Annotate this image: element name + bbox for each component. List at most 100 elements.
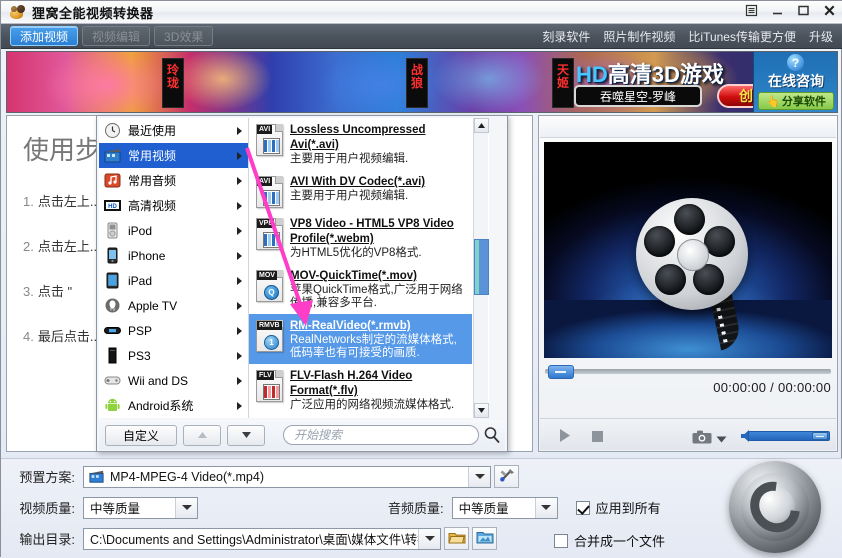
browse-folder-button[interactable] [444, 527, 469, 550]
scrollbar-thumb[interactable] [474, 239, 489, 295]
tools-button[interactable] [494, 465, 519, 488]
file-type-tag: MOV [257, 271, 277, 280]
video-edit-button[interactable]: 视频编辑 [82, 26, 151, 46]
seek-slider[interactable] [545, 364, 831, 379]
preset-dropdown-arrow[interactable] [468, 466, 490, 487]
category-list[interactable]: 最近使用 常用视频 常用音频 HD 高清视频 iPod iPhone iPad … [99, 118, 249, 418]
advertisement-banner[interactable]: 玲珑 战狼 天姬 HD高清3D游戏 吞噬星空-罗峰 创建 ? 在线咨询 👆 分享… [6, 51, 838, 113]
3d-effect-button[interactable]: 3D效果 [154, 26, 214, 46]
convert-button[interactable] [729, 461, 821, 553]
ipad-icon [104, 272, 121, 289]
banner-sidebox: ? 在线咨询 👆 分享软件 [753, 52, 837, 112]
volume-thumb[interactable] [812, 432, 828, 440]
scroll-down-button[interactable] [474, 403, 489, 418]
category-item-ipad[interactable]: iPad [99, 268, 248, 293]
play-button[interactable] [558, 428, 572, 446]
output-path-combo[interactable]: C:\Documents and Settings\Administrator\… [83, 527, 441, 550]
format-item-vp8-webm[interactable]: VP8 VP8 Video - HTML5 VP8 Video Profile(… [249, 212, 472, 264]
format-dropdown-panel: 最近使用 常用视频 常用音频 HD 高清视频 iPod iPhone iPad … [96, 115, 508, 452]
banner-game-name: 吞噬星空-罗峰 [574, 85, 702, 107]
format-item-lossless-avi[interactable]: AVI Lossless Uncompressed Avi(*.avi) 主要用… [249, 118, 472, 170]
chevron-right-icon [237, 377, 242, 385]
format-title: FLV-Flash H.264 Video Format(*.flv) [290, 370, 413, 397]
category-item-apple-tv[interactable]: TV Apple TV [99, 293, 248, 318]
video-quality-arrow[interactable] [175, 497, 197, 518]
seek-thumb[interactable] [548, 365, 574, 379]
format-text: AVI With DV Codec(*.avi) 主要用于用户视频编辑. [290, 174, 468, 208]
open-output-button[interactable] [472, 527, 497, 550]
quality-row: 视频质量: 中等质量 音频质量: 中等质量 应用到所有 [1, 495, 842, 520]
category-item-common-audio[interactable]: 常用音频 [99, 168, 248, 193]
settings-panel: 预置方案: MP4-MPEG-4 Video(*.mp4) 视频质量: 中等质量 [1, 458, 842, 558]
category-item-wii-ds[interactable]: Wii and DS [99, 368, 248, 393]
ipod-icon [104, 222, 121, 239]
file-type-tag: FLV [257, 371, 274, 380]
video-preview-screen[interactable] [544, 142, 832, 358]
volume-slider[interactable] [748, 431, 830, 441]
avi-file-icon: AVI [254, 122, 284, 156]
move-up-button[interactable] [183, 424, 221, 446]
category-item-psp[interactable]: PSP [99, 318, 248, 343]
format-item-avi-dv-codec[interactable]: AVI AVI With DV Codec(*.avi) 主要用于用户视频编辑. [249, 170, 472, 212]
category-label: PS3 [128, 348, 151, 363]
online-consult-button[interactable]: 在线咨询 [754, 71, 837, 91]
file-type-tag: RMVB [257, 321, 282, 330]
open-folder-icon [447, 530, 466, 548]
link-itunes-transfer[interactable]: 比iTunes传输更方便 [688, 28, 796, 45]
minimize-button[interactable] [770, 3, 785, 18]
vp8-file-icon: VP8 [254, 216, 284, 250]
category-label: 最近使用 [128, 124, 177, 138]
move-down-button[interactable] [227, 424, 265, 446]
add-video-button[interactable]: 添加视频 [10, 26, 79, 46]
audio-icon [104, 172, 121, 189]
category-label: PSP [128, 323, 153, 338]
category-item-hd-video[interactable]: HD 高清视频 [99, 193, 248, 218]
stop-button[interactable] [592, 431, 603, 445]
category-item-common-video[interactable]: 常用视频 [99, 143, 248, 168]
question-icon: ? [787, 54, 804, 71]
apply-to-all-checkbox[interactable]: 应用到所有 [575, 498, 661, 517]
search-icon[interactable] [483, 426, 501, 447]
close-button[interactable] [822, 3, 837, 18]
format-list[interactable]: AVI Lossless Uncompressed Avi(*.avi) 主要用… [249, 118, 489, 418]
maximize-button[interactable] [796, 3, 811, 18]
format-desc: 为HTML5优化的VP8格式. [290, 247, 422, 259]
category-item-ipod[interactable]: iPod [99, 218, 248, 243]
format-item-flv-h264[interactable]: FLV FLV-Flash H.264 Video Format(*.flv) … [249, 364, 472, 416]
share-software-button[interactable]: 👆 分享软件 [758, 92, 834, 110]
toolbar: 添加视频 视频编辑 3D效果 刻录软件 照片制作视频 比iTunes传输更方便 … [1, 24, 842, 49]
snapshot-dropdown-caret[interactable] [716, 432, 727, 446]
category-item-android[interactable]: Android系统 [99, 393, 248, 418]
format-list-scrollbar[interactable] [473, 118, 489, 418]
link-photo-to-video[interactable]: 照片制作视频 [603, 28, 675, 45]
preview-panel: 00:00:00 / 00:00:00 [538, 115, 838, 452]
step-num: 2. [23, 239, 34, 254]
menu-button[interactable] [744, 3, 759, 18]
merge-into-one-checkbox[interactable]: 合并成一个文件 [554, 531, 665, 550]
video-quality-combo[interactable]: 中等质量 [83, 496, 198, 519]
preset-combo[interactable]: MP4-MPEG-4 Video(*.mp4) [83, 465, 491, 488]
link-upgrade[interactable]: 升级 [809, 28, 833, 45]
output-dropdown-arrow[interactable] [418, 528, 440, 549]
search-input[interactable]: 开始搜索 [283, 425, 479, 445]
category-label: iPhone [128, 248, 166, 263]
tools-icon [498, 467, 515, 487]
format-item-mov-quicktime[interactable]: MOV Q MOV-QuickTime(*.mov) 苹果QuickTime格式… [249, 264, 472, 314]
category-item-ps3[interactable]: PS3 [99, 343, 248, 368]
category-label: iPad [128, 273, 153, 288]
format-item-rm-realvideo[interactable]: RMVB 1 RM-RealVideo(*.rmvb) RealNetworks… [249, 314, 472, 364]
camera-icon[interactable] [692, 430, 712, 447]
scroll-up-button[interactable] [474, 118, 489, 133]
category-label: 常用视频 [128, 149, 177, 163]
hand-icon: 👆 [766, 95, 780, 108]
appletv-icon: TV [104, 297, 121, 314]
custom-button[interactable]: 自定义 [105, 424, 177, 446]
svg-text:TV: TV [110, 307, 116, 312]
folder-icon [476, 530, 494, 548]
format-text: VP8 Video - HTML5 VP8 Video Profile(*.we… [290, 216, 468, 260]
link-burn-software[interactable]: 刻录软件 [542, 28, 590, 45]
audio-quality-combo[interactable]: 中等质量 [451, 496, 558, 519]
category-item-iphone[interactable]: iPhone [99, 243, 248, 268]
category-item-recent[interactable]: 最近使用 [99, 118, 248, 143]
audio-quality-arrow[interactable] [534, 497, 557, 518]
